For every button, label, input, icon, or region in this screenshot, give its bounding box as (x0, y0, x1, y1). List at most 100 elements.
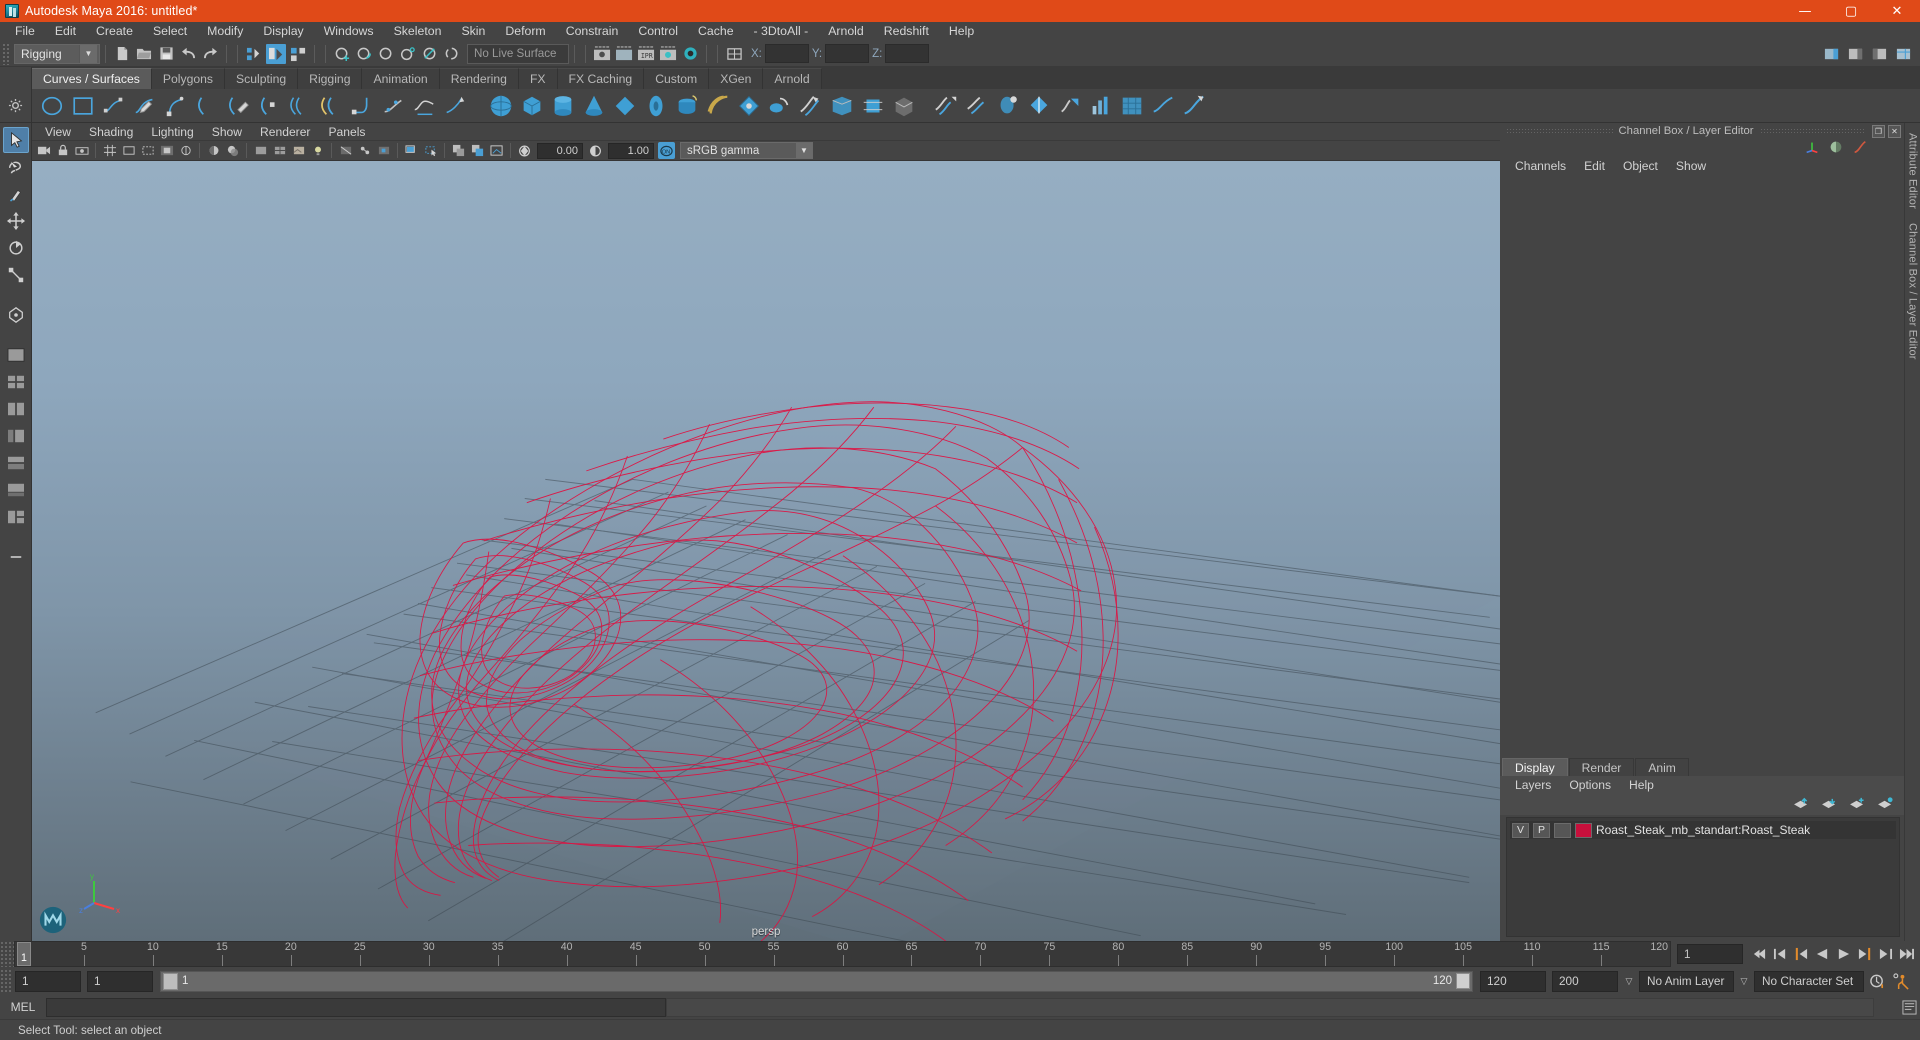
move-layer-down-icon[interactable] (1821, 797, 1838, 813)
create-new-layer-icon[interactable] (1849, 797, 1866, 813)
go-to-end-button[interactable] (1896, 943, 1916, 965)
new-scene-icon[interactable] (112, 44, 132, 64)
detach-curves-icon[interactable] (224, 92, 252, 120)
surface-flow-icon[interactable] (1180, 92, 1208, 120)
shelf-tab-arnold[interactable]: Arnold (763, 68, 822, 89)
layer-name[interactable]: Roast_Steak_mb_standart:Roast_Steak (1596, 823, 1810, 837)
nurbs-square-icon[interactable] (69, 92, 97, 120)
xray-joints-icon[interactable] (356, 142, 373, 159)
channel-box-menu-show[interactable]: Show (1667, 157, 1715, 176)
maximize-button[interactable]: ▢ (1828, 0, 1874, 22)
copy-view-icon[interactable] (450, 142, 467, 159)
surface-editing-icon[interactable] (410, 92, 438, 120)
outliner-persp-layout[interactable] (3, 423, 29, 449)
shading-sphere-icon[interactable] (1828, 139, 1844, 158)
menu-item-display[interactable]: Display (253, 22, 313, 41)
expand-toolbox-button[interactable] (3, 544, 29, 570)
shelf-tab-rendering[interactable]: Rendering (439, 68, 519, 89)
xray-mode-icon[interactable] (337, 142, 354, 159)
display-layer-list[interactable]: V P Roast_Steak_mb_standart:Roast_Steak (1506, 817, 1900, 937)
paste-view-icon[interactable] (469, 142, 486, 159)
layer-color-swatch[interactable] (1575, 822, 1592, 838)
snap-to-curve-icon[interactable] (354, 44, 374, 64)
attribute-editor-tab[interactable]: Attribute Editor (1907, 133, 1919, 209)
surface-editor-icon[interactable] (1087, 92, 1115, 120)
shelf-tab-polygons[interactable]: Polygons (151, 68, 225, 89)
shelf-tab-fx-caching[interactable]: FX Caching (557, 68, 645, 89)
persp-graph-layout[interactable] (3, 477, 29, 503)
save-scene-icon[interactable] (156, 44, 176, 64)
textured-mode-icon[interactable] (290, 142, 307, 159)
surface-fillet-icon[interactable] (994, 92, 1022, 120)
select-camera-icon[interactable] (35, 142, 52, 159)
play-forwards-button[interactable] (1833, 943, 1853, 965)
universal-manipulator-tool[interactable] (3, 302, 29, 328)
close-panel-button[interactable]: ✕ (1888, 124, 1902, 138)
command-input-field[interactable] (46, 997, 666, 1017)
render-settings-icon[interactable] (658, 44, 678, 64)
nurbs-circle-icon[interactable] (38, 92, 66, 120)
sculpt-geometry-icon[interactable] (1056, 92, 1084, 120)
curve-smooth-icon[interactable] (1149, 92, 1177, 120)
stitch-surfaces-icon[interactable] (1025, 92, 1053, 120)
viewport-menu-view[interactable]: View (36, 123, 80, 141)
toolbar-grip[interactable] (2, 42, 11, 65)
project-curve-icon[interactable] (963, 92, 991, 120)
exposure-value-field[interactable]: 0.00 (537, 142, 583, 159)
script-editor-button[interactable] (1898, 999, 1920, 1015)
redo-icon[interactable] (200, 44, 220, 64)
select-by-component-icon[interactable] (288, 44, 308, 64)
wireframe-on-shaded-icon[interactable] (271, 142, 288, 159)
live-surface-field[interactable]: No Live Surface (467, 43, 569, 64)
layer-visibility-toggle[interactable]: V (1512, 822, 1529, 838)
pencil-curve-tool-icon[interactable] (131, 92, 159, 120)
layer-menu-options[interactable]: Options (1560, 776, 1620, 795)
layer-playback-toggle[interactable]: P (1533, 822, 1550, 838)
character-set-selector[interactable]: No Character Set (1754, 970, 1864, 992)
xray-active-components-icon[interactable] (375, 142, 392, 159)
play-backwards-button[interactable] (1812, 943, 1832, 965)
shelf-tab-sculpting[interactable]: Sculpting (225, 68, 299, 89)
undo-icon[interactable] (178, 44, 198, 64)
show-render-view-icon[interactable] (592, 44, 612, 64)
perspective-viewport[interactable]: y x z persp (32, 161, 1500, 941)
menu-item-skeleton[interactable]: Skeleton (384, 22, 452, 41)
insert-knot-icon[interactable] (255, 92, 283, 120)
viewport-menu-shading[interactable]: Shading (80, 123, 142, 141)
shelf-tab-rigging[interactable]: Rigging (298, 68, 363, 89)
undock-panel-button[interactable]: ❐ (1872, 124, 1886, 138)
menu-item-arnold[interactable]: Arnold (818, 22, 874, 41)
intersect-surfaces-icon[interactable] (932, 92, 960, 120)
layer-tab-anim[interactable]: Anim (1635, 758, 1689, 776)
shelf-tab-curves-surfaces[interactable]: Curves / Surfaces (32, 68, 152, 89)
shaded-mode-icon[interactable] (252, 142, 269, 159)
show-hide-tool-settings-icon[interactable] (1869, 44, 1889, 64)
single-perspective-layout[interactable] (3, 342, 29, 368)
animation-preferences-button[interactable] (1888, 972, 1914, 990)
nurbs-plane-icon[interactable] (611, 92, 639, 120)
chevron-down-icon[interactable]: ▼ (79, 44, 97, 63)
range-start-handle[interactable] (163, 972, 178, 990)
curve-fillet-icon[interactable] (348, 92, 376, 120)
trim-tool-icon[interactable] (890, 92, 918, 120)
dock-grip-left[interactable] (1506, 127, 1613, 135)
range-end-handle[interactable] (1456, 973, 1470, 989)
step-forward-frame-button[interactable] (1854, 943, 1874, 965)
menu-item-constrain[interactable]: Constrain (556, 22, 629, 41)
menu-item-edit[interactable]: Edit (45, 22, 86, 41)
layer-menu-layers[interactable]: Layers (1506, 776, 1560, 795)
channel-box-menu-object[interactable]: Object (1614, 157, 1667, 176)
step-forward-key-button[interactable] (1875, 943, 1895, 965)
lock-camera-icon[interactable] (54, 142, 71, 159)
exposure-icon[interactable] (516, 142, 533, 159)
camera-attributes-icon[interactable] (73, 142, 90, 159)
offset-curve-icon[interactable] (286, 92, 314, 120)
anim-layer-dropdown-arrow[interactable]: ▽ (1621, 976, 1637, 987)
three-pane-layout[interactable] (3, 504, 29, 530)
four-view-layout[interactable] (3, 369, 29, 395)
menu-item-redshift[interactable]: Redshift (874, 22, 939, 41)
menu-item-skin[interactable]: Skin (451, 22, 495, 41)
menu-item-help[interactable]: Help (939, 22, 984, 41)
anim-layer-selector[interactable]: No Anim Layer (1639, 970, 1734, 992)
exposure-toggle-icon[interactable] (177, 142, 194, 159)
